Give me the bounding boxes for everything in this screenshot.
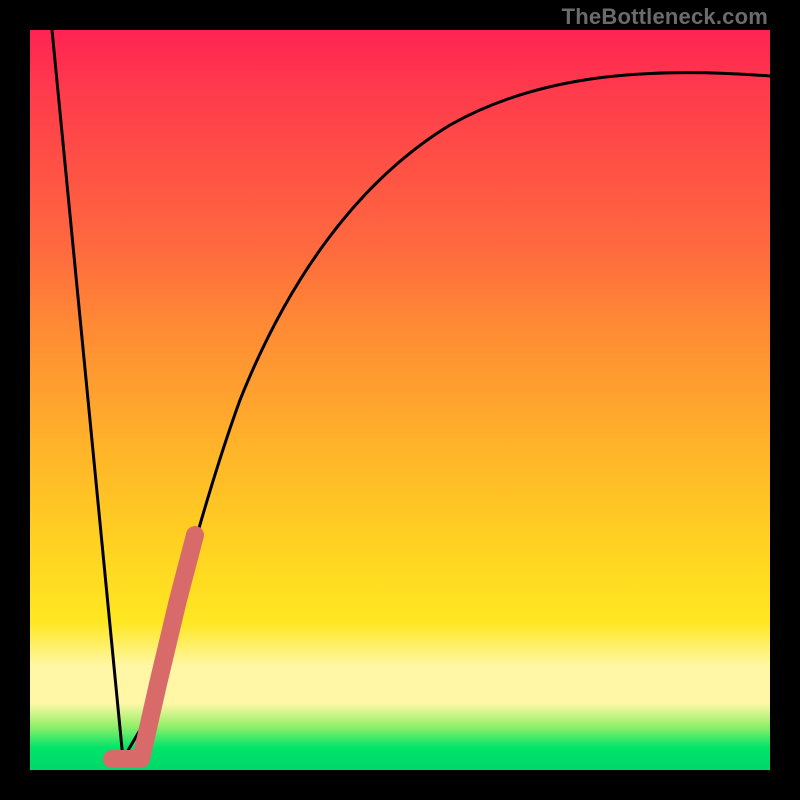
chart-frame: TheBottleneck.com (0, 0, 800, 800)
bottleneck-curve (30, 30, 770, 770)
plot-area (30, 30, 770, 770)
watermark-text: TheBottleneck.com (562, 4, 768, 30)
highlight-segment (112, 535, 195, 759)
